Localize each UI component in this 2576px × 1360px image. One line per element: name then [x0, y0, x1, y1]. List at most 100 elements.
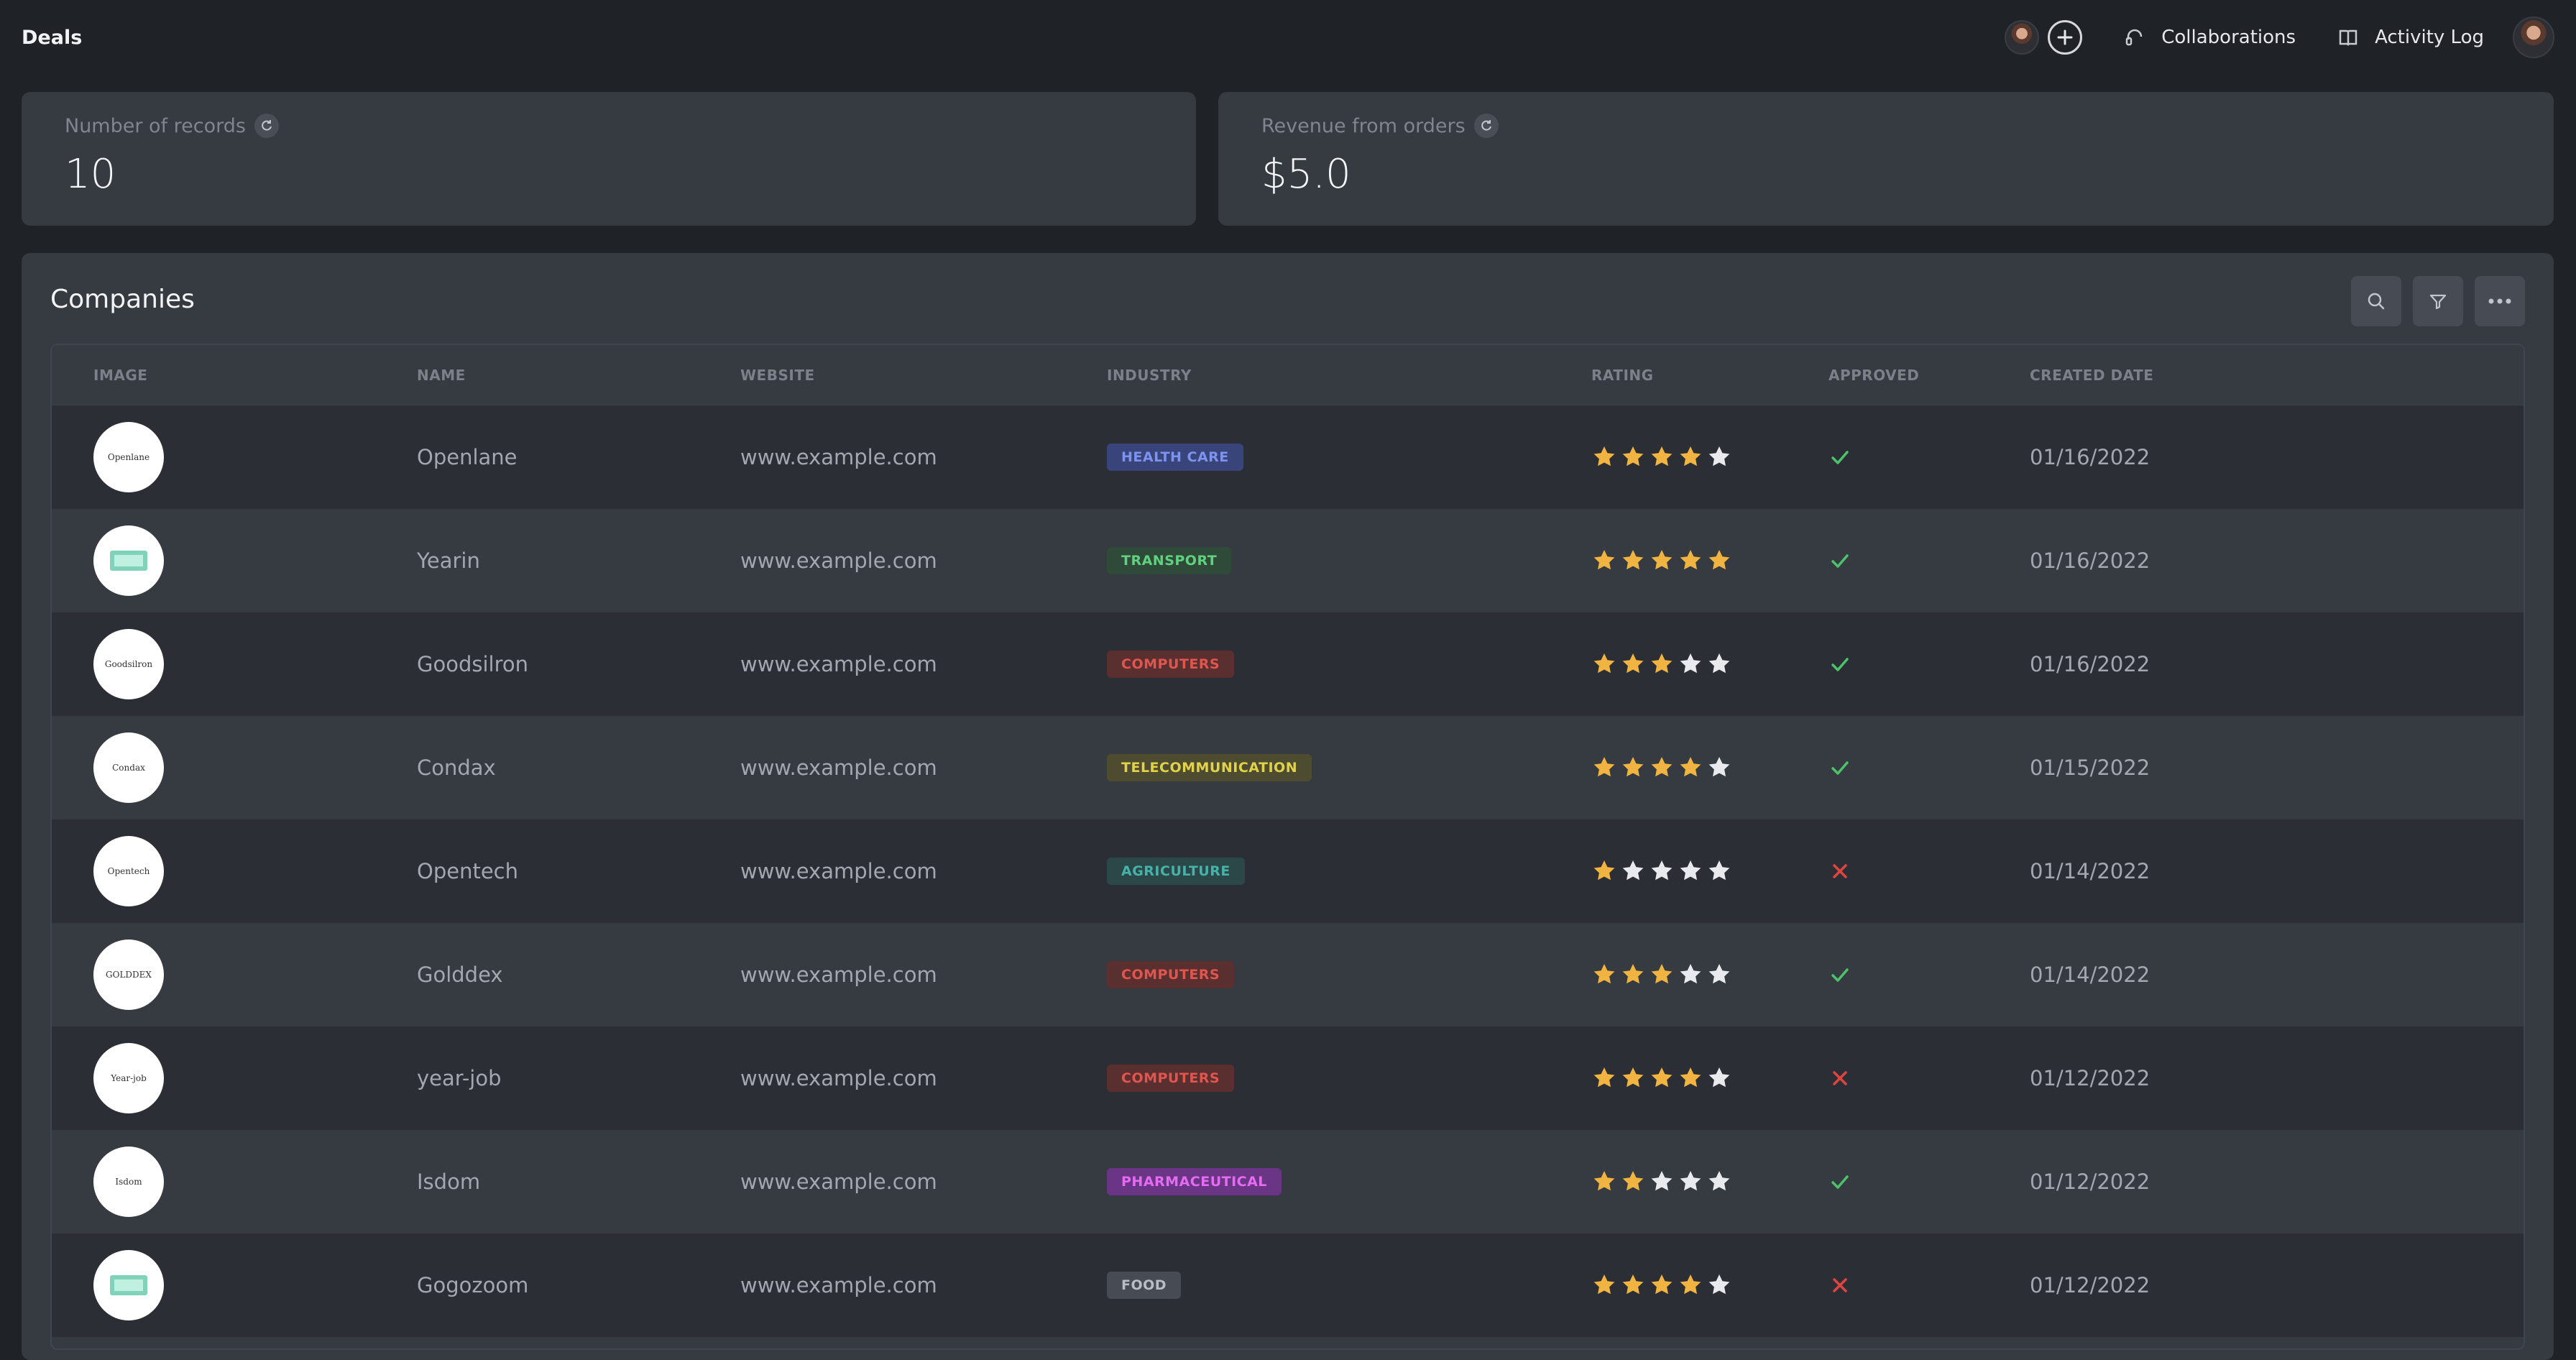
- star-icon[interactable]: [1620, 858, 1646, 884]
- star-icon[interactable]: [1649, 651, 1675, 677]
- star-icon[interactable]: [1591, 858, 1617, 884]
- company-website-link[interactable]: www.example.com: [740, 652, 937, 676]
- filter-button[interactable]: [2413, 276, 2463, 326]
- company-name: Goodsilron: [417, 652, 528, 676]
- star-icon[interactable]: [1678, 444, 1703, 470]
- industry-tag: FOOD: [1107, 1272, 1182, 1299]
- company-website-link[interactable]: www.example.com: [740, 1170, 937, 1194]
- star-icon[interactable]: [1706, 1065, 1732, 1091]
- star-icon[interactable]: [1706, 1169, 1732, 1195]
- column-header[interactable]: IMAGE: [93, 367, 147, 384]
- star-icon[interactable]: [1678, 651, 1703, 677]
- star-icon[interactable]: [1620, 755, 1646, 781]
- company-website-link[interactable]: www.example.com: [740, 548, 937, 573]
- panel-toolbar: [2340, 276, 2525, 326]
- company-logo: Openlane: [93, 422, 164, 492]
- star-icon[interactable]: [1706, 755, 1732, 781]
- star-icon[interactable]: [1591, 1169, 1617, 1195]
- star-icon[interactable]: [1649, 962, 1675, 988]
- table-row[interactable]: Opentech Opentech www.example.com AGRICULTU…: [52, 819, 2524, 923]
- column-header[interactable]: APPROVED: [1828, 367, 1919, 384]
- star-icon[interactable]: [1620, 651, 1646, 677]
- star-icon[interactable]: [1620, 962, 1646, 988]
- star-icon[interactable]: [1620, 1169, 1646, 1195]
- star-icon[interactable]: [1706, 548, 1732, 574]
- star-icon[interactable]: [1706, 444, 1732, 470]
- star-icon[interactable]: [1706, 858, 1732, 884]
- column-header[interactable]: CREATED DATE: [2030, 367, 2153, 384]
- star-icon[interactable]: [1620, 548, 1646, 574]
- collaborations-link[interactable]: Collaborations: [2124, 27, 2296, 48]
- star-icon[interactable]: [1706, 962, 1732, 988]
- star-icon[interactable]: [1678, 1272, 1703, 1298]
- search-button[interactable]: [2351, 276, 2401, 326]
- column-header[interactable]: NAME: [417, 367, 466, 384]
- refresh-icon[interactable]: [254, 114, 279, 138]
- add-collaborator-button[interactable]: [2048, 20, 2083, 55]
- star-icon[interactable]: [1649, 548, 1675, 574]
- rating-stars[interactable]: [1591, 858, 1735, 884]
- star-icon[interactable]: [1591, 962, 1617, 988]
- star-icon[interactable]: [1678, 548, 1703, 574]
- table-row[interactable]: Openlane Openlane www.example.com HEALTH CA…: [52, 405, 2524, 509]
- company-website-link[interactable]: www.example.com: [740, 1066, 937, 1090]
- company-website-link[interactable]: www.example.com: [740, 1273, 937, 1297]
- star-icon[interactable]: [1649, 858, 1675, 884]
- column-header[interactable]: RATING: [1591, 367, 1654, 384]
- table-row[interactable]: Goodsilron Goodsilron www.example.com COMPU…: [52, 612, 2524, 716]
- company-website-link[interactable]: www.example.com: [740, 755, 937, 780]
- star-icon[interactable]: [1591, 548, 1617, 574]
- more-options-button[interactable]: [2475, 276, 2525, 326]
- table-row[interactable]: Isdom Isdom www.example.com PHARMACEUTICAL 0…: [52, 1130, 2524, 1233]
- star-icon[interactable]: [1649, 1169, 1675, 1195]
- star-icon[interactable]: [1591, 1272, 1617, 1298]
- rating-stars[interactable]: [1591, 1272, 1735, 1298]
- created-date: 01/16/2022: [2030, 548, 2150, 573]
- rating-stars[interactable]: [1591, 962, 1735, 988]
- company-logo: [93, 525, 164, 596]
- star-icon[interactable]: [1649, 1272, 1675, 1298]
- ellipsis-icon: [2488, 298, 2511, 304]
- star-icon[interactable]: [1678, 1065, 1703, 1091]
- company-website-link[interactable]: www.example.com: [740, 445, 937, 469]
- rating-stars[interactable]: [1591, 1065, 1735, 1091]
- star-icon[interactable]: [1706, 1272, 1732, 1298]
- company-website-link[interactable]: www.example.com: [740, 962, 937, 987]
- star-icon[interactable]: [1678, 1169, 1703, 1195]
- user-avatar[interactable]: [2513, 17, 2554, 58]
- activity-log-link[interactable]: Activity Log: [2337, 27, 2484, 48]
- star-icon[interactable]: [1678, 858, 1703, 884]
- star-icon[interactable]: [1591, 444, 1617, 470]
- column-header[interactable]: WEBSITE: [740, 367, 815, 384]
- star-icon[interactable]: [1649, 755, 1675, 781]
- star-icon[interactable]: [1678, 755, 1703, 781]
- star-icon[interactable]: [1620, 444, 1646, 470]
- table-row[interactable]: Year-job year-job www.example.com COMPUTERS…: [52, 1026, 2524, 1130]
- cross-icon: [1833, 864, 1847, 878]
- star-icon[interactable]: [1620, 1272, 1646, 1298]
- table-row[interactable]: Yearin www.example.com TRANSPORT 01/16/2022: [52, 509, 2524, 612]
- star-icon[interactable]: [1649, 444, 1675, 470]
- column-header[interactable]: INDUSTRY: [1107, 367, 1192, 384]
- rating-stars[interactable]: [1591, 548, 1735, 574]
- table-row[interactable]: Condax Condax www.example.com TELECOMMUNICA…: [52, 716, 2524, 819]
- table-row[interactable]: Gogozoom www.example.com FOOD 01/12/2022: [52, 1233, 2524, 1337]
- refresh-icon[interactable]: [1473, 114, 1499, 138]
- star-icon[interactable]: [1620, 1065, 1646, 1091]
- star-icon[interactable]: [1706, 651, 1732, 677]
- star-icon[interactable]: [1591, 755, 1617, 781]
- check-icon: [1831, 1175, 1849, 1189]
- star-icon[interactable]: [1678, 962, 1703, 988]
- created-date: 01/16/2022: [2030, 445, 2150, 469]
- company-logo-text: Condax: [112, 763, 145, 773]
- star-icon[interactable]: [1649, 1065, 1675, 1091]
- rating-stars[interactable]: [1591, 444, 1735, 470]
- star-icon[interactable]: [1591, 1065, 1617, 1091]
- table-row[interactable]: GOLDDEX Golddex www.example.com COMPUTERS 01…: [52, 923, 2524, 1026]
- rating-stars[interactable]: [1591, 1169, 1735, 1195]
- company-website-link[interactable]: www.example.com: [740, 859, 937, 883]
- collaborator-avatar[interactable]: [2005, 20, 2040, 55]
- rating-stars[interactable]: [1591, 651, 1735, 677]
- star-icon[interactable]: [1591, 651, 1617, 677]
- rating-stars[interactable]: [1591, 755, 1735, 781]
